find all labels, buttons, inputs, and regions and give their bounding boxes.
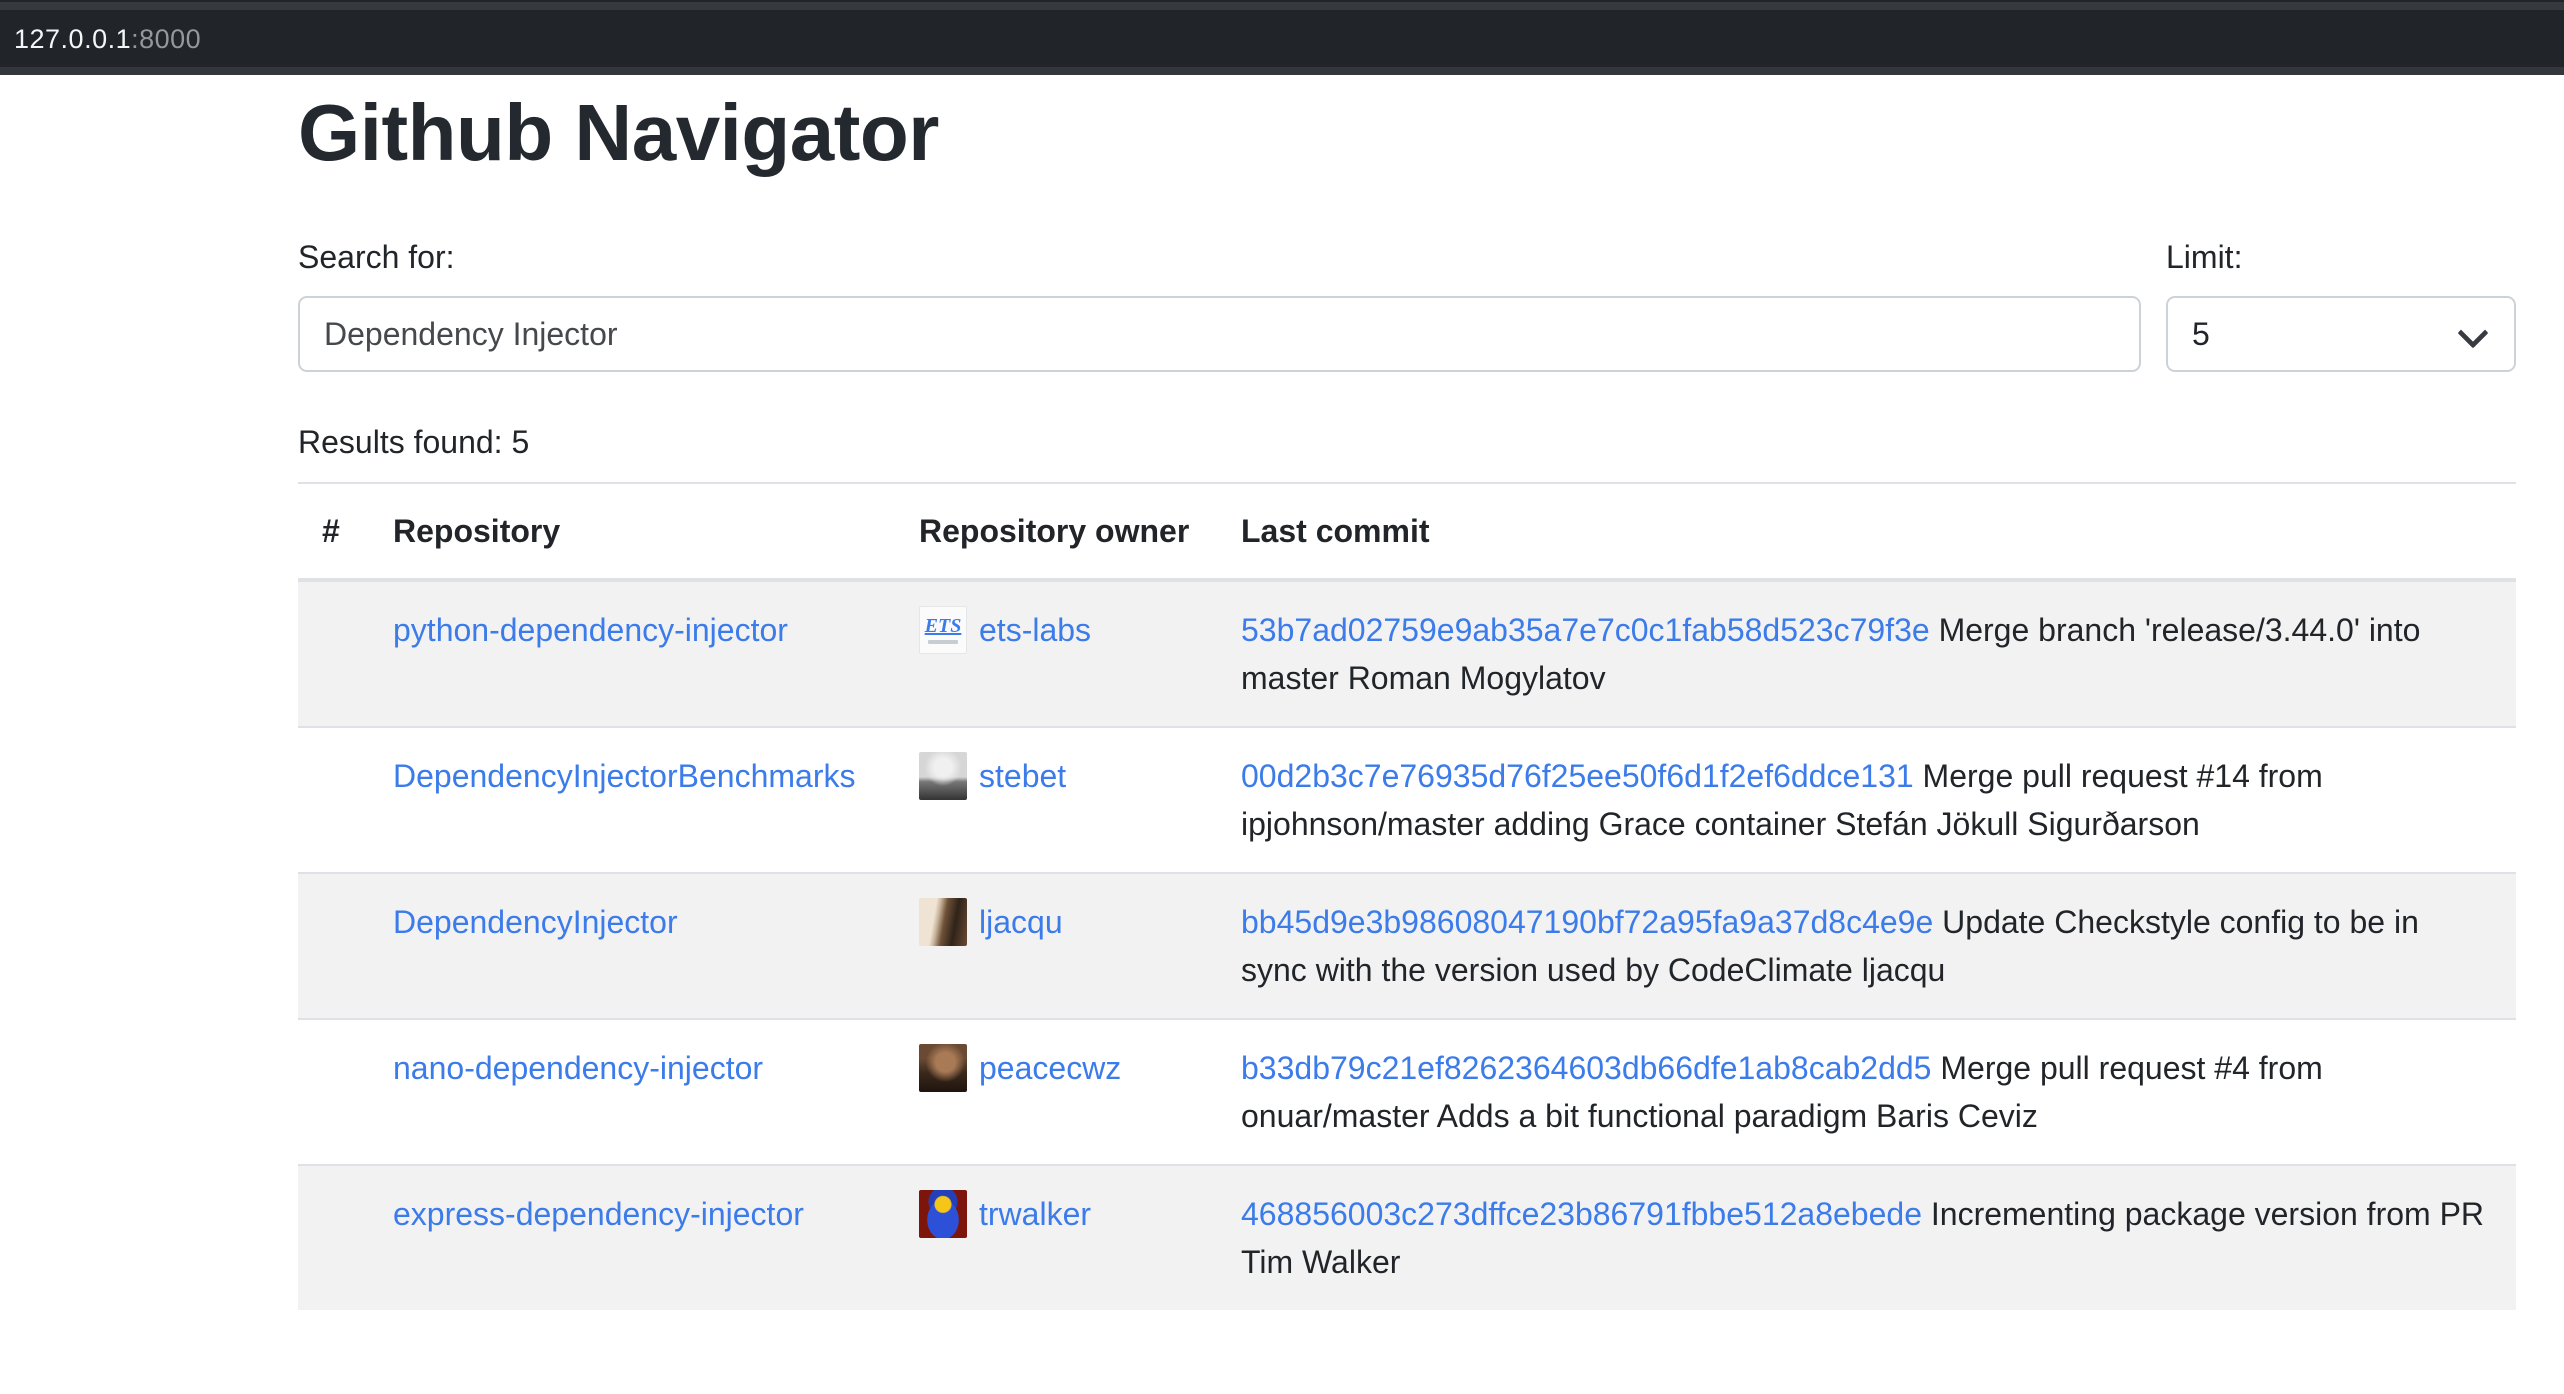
url-text[interactable]: 127.0.0.1:8000 bbox=[14, 24, 201, 54]
avatar-label: ETS bbox=[925, 615, 962, 637]
limit-select-wrap: 5 bbox=[2166, 296, 2516, 372]
table-row: express-dependency-injector trwalker 468… bbox=[298, 1165, 2516, 1310]
owner-avatar bbox=[919, 752, 967, 800]
owner-avatar bbox=[919, 898, 967, 946]
limit-select[interactable]: 5 bbox=[2166, 296, 2516, 372]
row-number-cell bbox=[298, 727, 369, 873]
table-row: DependencyInjector ljacqu bb45d9e3b98608… bbox=[298, 873, 2516, 1019]
search-column: Search for: bbox=[298, 233, 2141, 372]
repo-link[interactable]: DependencyInjector bbox=[393, 904, 678, 940]
results-count: Results found: 5 bbox=[298, 418, 2516, 466]
header-last-commit: Last commit bbox=[1217, 483, 2516, 580]
page-title: Github Navigator bbox=[298, 85, 2516, 181]
url-host: 127.0.0.1 bbox=[14, 24, 131, 54]
search-form: Search for: Limit: 5 bbox=[298, 233, 2516, 372]
limit-column: Limit: 5 bbox=[2166, 233, 2516, 372]
repositories-table: # Repository Repository owner Last commi… bbox=[298, 482, 2516, 1310]
search-input[interactable] bbox=[298, 296, 2141, 372]
owner-link[interactable]: ets-labs bbox=[979, 612, 1091, 648]
commit-hash-link[interactable]: 468856003c273dffce23b86791fbbe512a8ebede bbox=[1241, 1196, 1922, 1232]
header-repository: Repository bbox=[369, 483, 895, 580]
owner-avatar bbox=[919, 1190, 967, 1238]
page-content: Github Navigator Search for: Limit: 5 Re… bbox=[298, 75, 2516, 1310]
repo-link[interactable]: express-dependency-injector bbox=[393, 1196, 804, 1232]
commit-hash-link[interactable]: 00d2b3c7e76935d76f25ee50f6d1f2ef6ddce131 bbox=[1241, 758, 1914, 794]
owner-link[interactable]: stebet bbox=[979, 758, 1066, 794]
repo-link[interactable]: DependencyInjectorBenchmarks bbox=[393, 758, 855, 794]
owner-avatar bbox=[919, 1044, 967, 1092]
table-header-row: # Repository Repository owner Last commi… bbox=[298, 483, 2516, 580]
url-port: :8000 bbox=[131, 24, 201, 54]
commit-hash-link[interactable]: bb45d9e3b98608047190bf72a95fa9a37d8c4e9e bbox=[1241, 904, 1933, 940]
owner-avatar: ETS bbox=[919, 606, 967, 654]
table-row: DependencyInjectorBenchmarks stebet 00d2… bbox=[298, 727, 2516, 873]
repo-link[interactable]: python-dependency-injector bbox=[393, 612, 788, 648]
owner-link[interactable]: ljacqu bbox=[979, 904, 1063, 940]
browser-address-bar[interactable]: 127.0.0.1:8000 bbox=[0, 0, 2564, 75]
row-number-cell bbox=[298, 1019, 369, 1165]
owner-link[interactable]: trwalker bbox=[979, 1196, 1091, 1232]
header-number: # bbox=[298, 483, 369, 580]
row-number-cell bbox=[298, 580, 369, 727]
table-row: python-dependency-injector ETS ets-labs 5… bbox=[298, 580, 2516, 727]
table-row: nano-dependency-injector peacecwz b33db7… bbox=[298, 1019, 2516, 1165]
row-number-cell bbox=[298, 1165, 369, 1310]
repo-link[interactable]: nano-dependency-injector bbox=[393, 1050, 763, 1086]
commit-hash-link[interactable]: 53b7ad02759e9ab35a7e7c0c1fab58d523c79f3e bbox=[1241, 612, 1930, 648]
search-label: Search for: bbox=[298, 233, 2141, 281]
header-repository-owner: Repository owner bbox=[895, 483, 1217, 580]
row-number-cell bbox=[298, 873, 369, 1019]
commit-hash-link[interactable]: b33db79c21ef8262364603db66dfe1ab8cab2dd5 bbox=[1241, 1050, 1931, 1086]
owner-link[interactable]: peacecwz bbox=[979, 1050, 1121, 1086]
limit-label: Limit: bbox=[2166, 233, 2516, 281]
